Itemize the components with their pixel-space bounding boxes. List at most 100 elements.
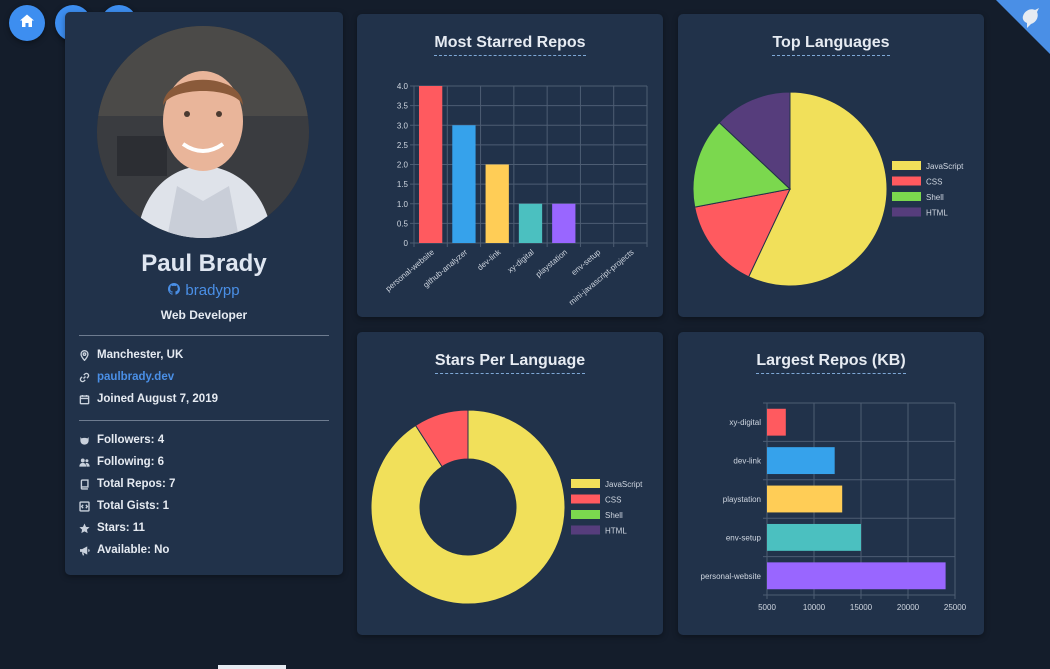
joined-item: Joined August 7, 2019 [79, 388, 218, 410]
profile-name: Paul Brady [141, 250, 267, 277]
most-starred-repos-card: Most Starred Repos 0 0.5 1.0 1.5 2.0 2.5 3.0 3.… [357, 14, 663, 317]
available-item: Available: No [79, 539, 175, 561]
tick-label: 15000 [850, 603, 873, 612]
avatar [97, 26, 309, 238]
bar [418, 86, 443, 243]
top-languages-card: Top Languages JavaScript CSS Shell HTML [678, 14, 984, 317]
megaphone-icon [79, 545, 97, 556]
stars-text: Stars: 11 [97, 522, 145, 534]
legend-label: JavaScript [605, 480, 643, 489]
tick-label: 0 [404, 239, 409, 248]
category-label: env-setup [570, 247, 603, 277]
location-item: Manchester, UK [79, 344, 218, 366]
tick-label: 2.0 [397, 161, 409, 170]
category-label: playstation [723, 495, 761, 504]
legend-label: Shell [926, 193, 944, 202]
calendar-icon [79, 394, 97, 405]
legend-swatch [571, 510, 600, 519]
website-item[interactable]: paulbrady.dev [79, 366, 218, 388]
bar [518, 203, 543, 243]
bottom-scroll-indicator [218, 665, 286, 669]
legend-label: JavaScript [926, 162, 964, 171]
category-label: mini-javascript-projects [567, 248, 635, 307]
repos-item: Total Repos: 7 [79, 473, 175, 495]
legend-swatch [892, 161, 921, 170]
following-text: Following: 6 [97, 456, 165, 468]
category-label: playstation [534, 248, 569, 279]
tick-label: 25000 [944, 603, 967, 612]
legend-label: CSS [926, 178, 942, 187]
category-label: dev-link [733, 457, 762, 466]
tick-label: 3.5 [397, 102, 409, 111]
tick-label: 0.5 [397, 219, 409, 228]
legend-label: HTML [605, 527, 627, 536]
largest-repos-chart: 5000 10000 15000 20000 25000 xy-digital dev-li… [701, 402, 967, 612]
bar [485, 164, 509, 243]
profile-role: Web Developer [160, 308, 248, 322]
category-label: env-setup [726, 533, 762, 542]
joined-text: Joined August 7, 2019 [97, 393, 218, 405]
followers-item: Followers: 4 [79, 429, 175, 451]
tick-label: 3.0 [397, 121, 409, 130]
repos-text: Total Repos: 7 [97, 478, 176, 490]
tick-label: 4.0 [397, 82, 409, 91]
bar [452, 125, 476, 243]
stars-item: Stars: 11 [79, 517, 175, 539]
profile-username-link[interactable]: bradypp [65, 282, 343, 299]
divider [79, 335, 329, 336]
legend-label: CSS [605, 496, 621, 505]
bar [767, 408, 786, 436]
top-languages-chart: JavaScript CSS Shell HTML [692, 91, 964, 287]
users-icon [79, 457, 97, 468]
available-text: Available: No [97, 544, 170, 556]
profile-card: Paul Brady bradypp Web Developer Manches… [65, 12, 343, 575]
octocat-icon [79, 435, 97, 446]
tick-label: 5000 [758, 603, 776, 612]
largest-repos-card: Largest Repos (KB) 5000 10000 15000 20000 25… [678, 332, 984, 635]
repo-book-icon [79, 478, 97, 490]
username-text: bradypp [185, 282, 240, 299]
bar [552, 203, 576, 243]
divider [79, 420, 329, 421]
profile-stats: Followers: 4 Following: 6 Total Repos: 7… [79, 429, 175, 561]
legend-swatch [892, 207, 921, 217]
followers-text: Followers: 4 [97, 434, 165, 446]
website-link[interactable]: paulbrady.dev [97, 371, 174, 383]
star-icon [79, 523, 97, 534]
stars-per-language-card: Stars Per Language JavaScript CSS Shell HTM… [357, 332, 663, 635]
legend-label: HTML [926, 209, 948, 218]
bar [767, 447, 835, 475]
link-icon [79, 372, 97, 383]
category-label: personal-website [701, 572, 762, 581]
legend-swatch [571, 525, 600, 535]
bar [767, 523, 861, 551]
tick-label: 2.5 [397, 141, 409, 150]
bar [767, 485, 843, 513]
location-text: Manchester, UK [97, 349, 184, 361]
legend-swatch [892, 192, 921, 201]
category-label: dev-link [476, 247, 504, 272]
tick-label: 20000 [897, 603, 920, 612]
gists-item: Total Gists: 1 [79, 495, 175, 517]
home-button[interactable] [9, 5, 45, 41]
legend-swatch [571, 479, 600, 488]
following-item: Following: 6 [79, 451, 175, 473]
category-label: xy-digital [729, 418, 761, 427]
bar [767, 562, 946, 590]
stars-per-language-chart: JavaScript CSS Shell HTML [370, 409, 643, 605]
corner-ribbon[interactable] [996, 0, 1050, 54]
home-icon [19, 13, 35, 34]
gists-text: Total Gists: 1 [97, 500, 169, 512]
tick-label: 1.0 [397, 200, 409, 209]
tick-label: 1.5 [397, 180, 409, 189]
profile-details: Manchester, UK paulbrady.dev Joined Augu… [79, 344, 218, 410]
legend-label: Shell [605, 511, 623, 520]
code-square-icon [79, 500, 97, 512]
legend-swatch [892, 176, 921, 186]
legend-swatch [571, 494, 600, 504]
location-pin-icon [79, 349, 97, 361]
most-starred-repos-chart: 00.51.01.52.02.53.03.54.0personal-websit… [384, 82, 648, 307]
github-icon [168, 282, 181, 299]
tick-label: 10000 [803, 603, 826, 612]
category-label: xy-digital [506, 248, 536, 275]
